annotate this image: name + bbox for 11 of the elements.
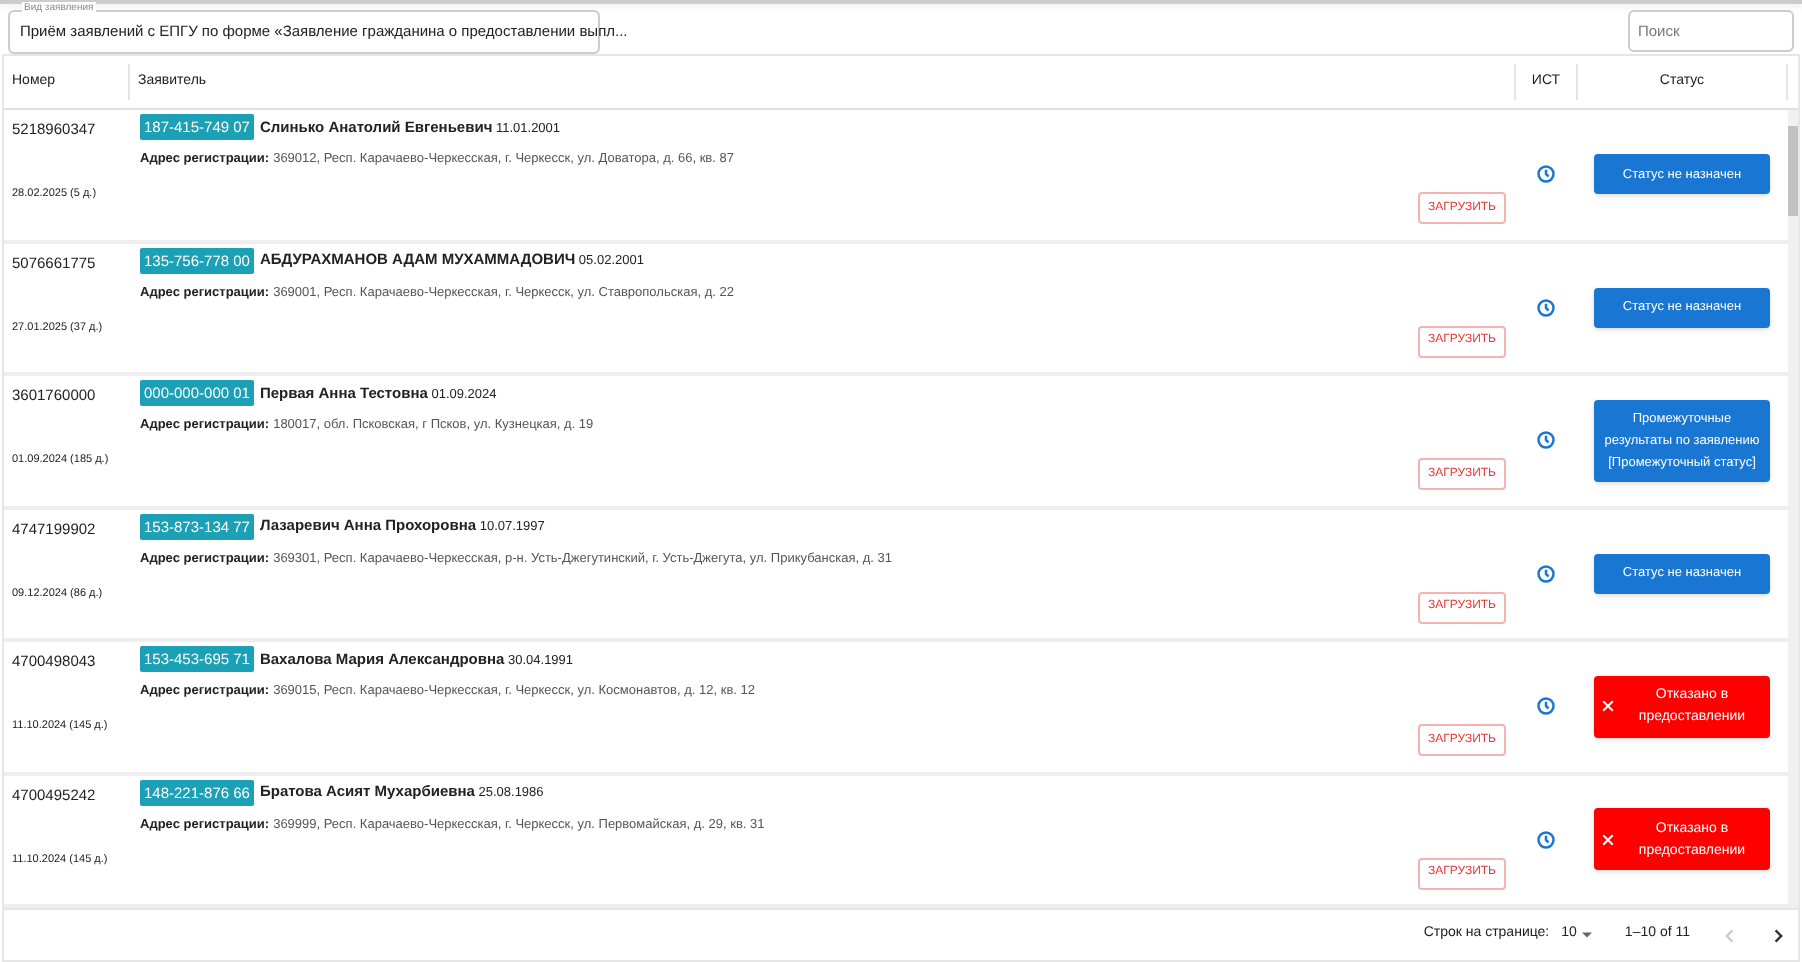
close-icon <box>1602 700 1614 713</box>
chevron-right-icon[interactable] <box>1770 927 1786 943</box>
clock-icon[interactable] <box>1535 297 1555 318</box>
clock-icon[interactable] <box>1535 829 1555 850</box>
clock-icon[interactable] <box>1535 430 1555 451</box>
scrollbar[interactable] <box>1788 110 1798 908</box>
clock-icon[interactable] <box>1535 696 1555 717</box>
close-icon <box>1602 833 1614 846</box>
dropdown-caret-icon <box>1582 932 1593 938</box>
clock-icon[interactable] <box>1535 563 1555 584</box>
clock-icon[interactable] <box>1535 164 1555 185</box>
